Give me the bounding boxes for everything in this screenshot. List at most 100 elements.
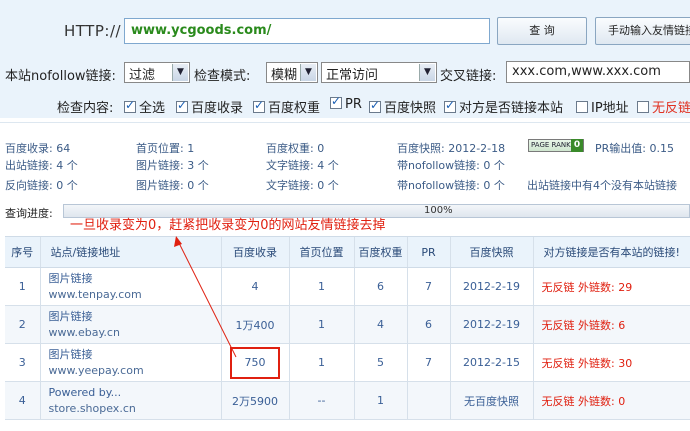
cell-backlink: 无反链 外链数: 6 — [532, 305, 690, 344]
nofollow-select-value: 过滤 — [129, 68, 156, 83]
progress-label: 查询进度: — [5, 207, 53, 220]
cell-snapshot: 2012-2-19 — [449, 267, 533, 306]
checkbox-baidu-index[interactable]: 百度收录 — [176, 97, 243, 116]
pagerank-badge-number: 0 — [571, 139, 583, 152]
site-name-link[interactable]: Powered by... — [49, 385, 221, 401]
col-header-backlink: 对方链接是否有本站的链接! — [532, 236, 690, 268]
cell-weight: 1 — [353, 381, 407, 420]
checkbox-pr[interactable]: PR — [330, 94, 362, 112]
highlight-box: 750 — [230, 346, 280, 379]
stat-reverse-links: 反向链接: 0 个 — [5, 179, 78, 192]
checkbox-box[interactable] — [444, 98, 456, 113]
table-row: 4 Powered by... store.shopex.cn 2万5900 -… — [5, 381, 690, 420]
checkbox-box[interactable] — [576, 101, 588, 113]
cell-snapshot: 无百度快照 — [449, 381, 533, 420]
checkbox-box[interactable] — [253, 98, 265, 113]
cell-site: 图片链接 www.yeepay.com — [39, 343, 221, 382]
cell-home: 1 — [288, 343, 354, 382]
chevron-down-icon: ▼ — [172, 64, 188, 81]
nofollow-label: 本站nofollow链接: — [5, 69, 116, 84]
table-row: 2 图片链接 www.ebay.cn 1万400 1 4 6 2012-2-19… — [5, 305, 690, 344]
cross-link-input[interactable]: xxx.com,www.xxx.com — [506, 61, 690, 83]
cell-site: 图片链接 www.tenpay.com — [39, 267, 221, 306]
access-select-value: 正常访问 — [326, 68, 379, 83]
cell-backlink: 无反链 外链数: 30 — [532, 343, 690, 382]
checkbox-label: 百度快照 — [384, 101, 437, 116]
access-select[interactable]: 正常访问 ▼ — [321, 62, 437, 83]
col-header-home: 首页位置 — [288, 236, 354, 268]
col-header-index: 百度收录 — [220, 236, 289, 268]
cell-no: 1 — [5, 267, 40, 306]
cell-pr — [406, 381, 450, 420]
cell-home: 1 — [288, 267, 354, 306]
site-url[interactable]: www.yeepay.com — [49, 363, 221, 379]
checkbox-backlink[interactable]: 对方是否链接本站 — [444, 97, 563, 116]
site-name-link[interactable]: 图片链接 — [49, 347, 221, 363]
mode-select-value: 模糊 — [271, 68, 298, 83]
cell-index: 4 — [220, 267, 289, 306]
cell-index: 2万5900 — [220, 381, 289, 420]
stat-baidu-weight: 百度权重: 0 — [266, 142, 325, 155]
manual-input-button[interactable]: 手动输入友情链接 — [595, 17, 690, 45]
cell-no: 3 — [5, 343, 40, 382]
checkbox-label: 百度收录 — [191, 101, 244, 116]
cell-site: Powered by... store.shopex.cn — [39, 381, 221, 420]
cell-weight: 6 — [353, 267, 407, 306]
checkbox-label: 无反链 — [652, 101, 690, 116]
col-header-site: 站点/链接地址 — [39, 236, 221, 268]
checkbox-box[interactable] — [176, 98, 188, 113]
site-url[interactable]: store.shopex.cn — [49, 401, 221, 417]
cell-snapshot: 2012-2-15 — [449, 343, 533, 382]
checkbox-box[interactable] — [330, 94, 342, 109]
cell-weight: 4 — [353, 305, 407, 344]
check-content-row: 检查内容: 全选 百度收录 百度权重 PR 百度快照 对方是否链接本站 IP地址… — [0, 94, 690, 116]
stat-image-links-2: 图片链接: 0 个 — [136, 179, 209, 192]
stat-nofollow-links-2: 带nofollow链接: 0 个 — [397, 179, 505, 192]
options-row: 本站nofollow链接: 过滤 ▼ 检查模式: 模糊 ▼ 正常访问 ▼ 交叉链… — [0, 60, 690, 84]
checkbox-box[interactable] — [124, 98, 136, 113]
url-input[interactable]: www.ycgoods.com/ — [124, 18, 490, 44]
site-url[interactable]: www.ebay.cn — [49, 325, 221, 341]
col-header-snapshot: 百度快照 — [449, 236, 533, 268]
cell-index: 750 — [220, 343, 289, 382]
site-url[interactable]: www.tenpay.com — [49, 287, 221, 303]
cell-home: -- — [288, 381, 354, 420]
mode-select[interactable]: 模糊 ▼ — [266, 62, 318, 83]
stat-baidu-index: 百度收录: 64 — [5, 142, 71, 155]
checkbox-baidu-snapshot[interactable]: 百度快照 — [369, 97, 436, 116]
checkbox-box[interactable] — [637, 101, 649, 113]
checkbox-label: 百度权重 — [268, 101, 321, 116]
checkbox-ip[interactable]: IP地址 — [576, 97, 629, 116]
stat-note: 出站链接中有4个没有本站链接 — [527, 179, 677, 192]
checkbox-label: 全选 — [139, 101, 166, 116]
check-content-label: 检查内容: — [57, 101, 114, 116]
cell-pr: 7 — [406, 267, 450, 306]
cell-pr: 7 — [406, 343, 450, 382]
checkbox-box[interactable] — [369, 98, 381, 113]
stat-home-position: 首页位置: 1 — [136, 142, 195, 155]
stat-text-links: 文字链接: 4 个 — [266, 159, 339, 172]
progress-percent: 100% — [424, 205, 453, 216]
checkbox-label: PR — [345, 97, 362, 112]
cell-weight: 5 — [353, 343, 407, 382]
pagerank-badge-text: PAGE RANK — [531, 141, 571, 149]
annotation-text: 一旦收录变为0，赶紧把收录变为0的网站友情链接去掉 — [70, 218, 386, 233]
search-panel: HTTP:// www.ycgoods.com/ 查 询 手动输入友情链接 本站… — [0, 0, 690, 118]
col-header-pr: PR — [406, 236, 450, 268]
stat-text-links-2: 文字链接: 0 个 — [266, 179, 339, 192]
checkbox-no-backlink[interactable]: 无反链 — [637, 97, 690, 116]
results-table: 序号 站点/链接地址 百度收录 首页位置 百度权重 PR 百度快照 对方链接是否… — [5, 236, 690, 420]
nofollow-select[interactable]: 过滤 ▼ — [124, 62, 190, 83]
cross-link-label: 交叉链接: — [440, 69, 497, 84]
site-name-link[interactable]: 图片链接 — [49, 309, 221, 325]
site-name-link[interactable]: 图片链接 — [49, 271, 221, 287]
stat-outbound-links: 出站链接: 4 个 — [5, 159, 78, 172]
checkbox-baidu-weight[interactable]: 百度权重 — [253, 97, 320, 116]
mode-label: 检查模式: — [194, 69, 251, 84]
cell-home: 1 — [288, 305, 354, 344]
col-header-no: 序号 — [5, 236, 40, 268]
checkbox-select-all[interactable]: 全选 — [124, 97, 165, 116]
checkbox-label: IP地址 — [591, 101, 629, 116]
query-button[interactable]: 查 询 — [497, 17, 587, 45]
cell-index: 1万400 — [220, 305, 289, 344]
